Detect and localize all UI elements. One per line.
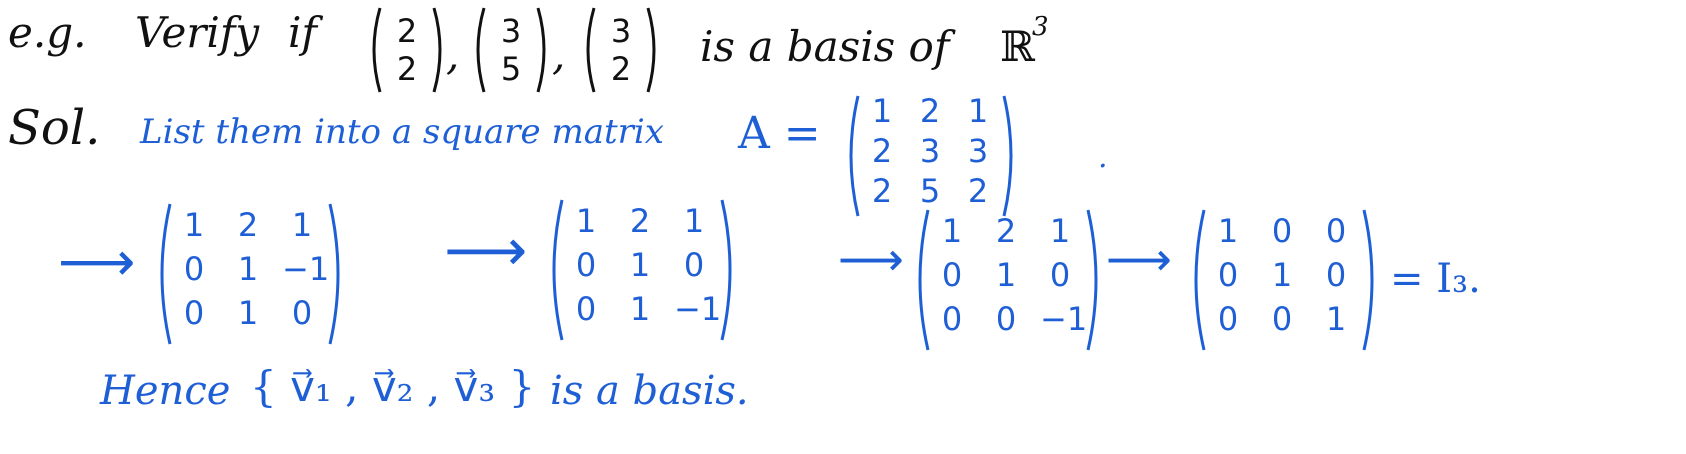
step-4-r3c2: 0: [1271, 300, 1293, 338]
matrix-a-r1c1: 1: [871, 92, 893, 130]
comma-1: ,: [446, 30, 460, 79]
handwritten-note: e.g. Verify if 2 2 , 3 5 , 3 2 is a basi…: [0, 0, 1686, 454]
reduction-step-1: 1 2 1 0 1 −1 0 1 0: [152, 200, 348, 348]
real-space: ℝ: [1000, 22, 1035, 71]
if-word: if: [288, 8, 317, 57]
step-4-r1c3: 0: [1325, 212, 1347, 250]
step-1-r2c1: 0: [183, 250, 205, 288]
identity-result: = I₃.: [1390, 256, 1481, 302]
step-4-r2c3: 0: [1325, 256, 1347, 294]
matrix-a-r3c1: 2: [871, 172, 893, 210]
example-prefix: e.g.: [8, 8, 87, 57]
reduction-step-2: 1 2 1 0 1 0 0 1 −1: [544, 196, 740, 344]
matrix-a-r2c1: 2: [871, 132, 893, 170]
matrix-a-r1c2: 2: [919, 92, 941, 130]
step-2-r3c1: 0: [575, 290, 597, 328]
matrix-a-r3c2: 5: [919, 172, 941, 210]
basis-phrase: is a basis of: [700, 22, 950, 71]
step-3-r2c1: 0: [941, 256, 963, 294]
arrow-2: ⟶: [444, 216, 528, 284]
step-4-r1c1: 1: [1217, 212, 1239, 250]
hence-word: Hence: [100, 368, 231, 414]
step-2-r2c1: 0: [575, 246, 597, 284]
step-1-r1c3: 1: [291, 206, 313, 244]
step-1-r2c3: −1: [282, 250, 330, 288]
step-2-r1c2: 2: [629, 202, 651, 240]
matrix-a-r1c3: 1: [967, 92, 989, 130]
vector-2-entry-1: 3: [500, 12, 522, 50]
trailing-dot: .: [1098, 140, 1108, 175]
step-2-r2c3: 0: [683, 246, 705, 284]
step-4-r1c2: 0: [1271, 212, 1293, 250]
step-3-r1c2: 2: [995, 212, 1017, 250]
arrow-3: ⟶: [838, 232, 904, 286]
solution-label: Sol.: [8, 100, 101, 156]
step-1-r1c2: 2: [237, 206, 259, 244]
matrix-a-r2c2: 3: [919, 132, 941, 170]
step-4-r3c3: 1: [1325, 300, 1347, 338]
step-4-r3c1: 0: [1217, 300, 1239, 338]
vector-3: 3 2: [580, 4, 662, 96]
step-3-r3c3: −1: [1040, 300, 1088, 338]
step-2-r1c3: 1: [683, 202, 705, 240]
reduction-step-3: 1 2 1 0 1 0 0 0 −1: [910, 206, 1106, 354]
step-3-r1c1: 1: [941, 212, 963, 250]
arrow-1: ⟶: [58, 230, 136, 293]
step-4-r2c1: 0: [1217, 256, 1239, 294]
step-3-r3c1: 0: [941, 300, 963, 338]
matrix-a: 1 2 1 2 3 3 2 5 2: [842, 92, 1020, 220]
comma-2: ,: [552, 30, 566, 79]
matrix-a-r3c3: 2: [967, 172, 989, 210]
step-1-r3c3: 0: [291, 294, 313, 332]
step-2-r2c2: 1: [629, 246, 651, 284]
vector-3-entry-1: 3: [610, 12, 632, 50]
reduction-step-4: 1 0 0 0 1 0 0 0 1: [1186, 206, 1382, 354]
step-1-r2c2: 1: [237, 250, 259, 288]
step-1-r3c1: 0: [183, 294, 205, 332]
vector-1: 2 2: [366, 4, 448, 96]
vector-2: 3 5: [470, 4, 552, 96]
verify-word: Verify: [135, 8, 260, 57]
step-2-r1c1: 1: [575, 202, 597, 240]
step-3-r2c2: 1: [995, 256, 1017, 294]
step-3-r3c2: 0: [995, 300, 1017, 338]
step-1-r3c2: 1: [237, 294, 259, 332]
step-4-r2c2: 1: [1271, 256, 1293, 294]
space-exponent: 3: [1032, 12, 1049, 42]
step-3-r2c3: 0: [1049, 256, 1071, 294]
vector-3-entry-2: 2: [610, 50, 632, 88]
vector-set: { v⃗₁ , v⃗₂ , v⃗₃ }: [250, 362, 536, 411]
vector-1-entry-1: 2: [396, 12, 418, 50]
step-3-r1c3: 1: [1049, 212, 1071, 250]
step-1-r1c1: 1: [183, 206, 205, 244]
solution-instruction: List them into a square matrix: [140, 112, 664, 152]
vector-1-entry-2: 2: [396, 50, 418, 88]
step-2-r3c3: −1: [674, 290, 722, 328]
matrix-a-r2c3: 3: [967, 132, 989, 170]
matrix-name: A =: [738, 108, 821, 159]
basis-conclusion: is a basis.: [550, 368, 749, 414]
vector-2-entry-2: 5: [500, 50, 522, 88]
step-2-r3c2: 1: [629, 290, 651, 328]
arrow-4: ⟶: [1106, 232, 1172, 286]
